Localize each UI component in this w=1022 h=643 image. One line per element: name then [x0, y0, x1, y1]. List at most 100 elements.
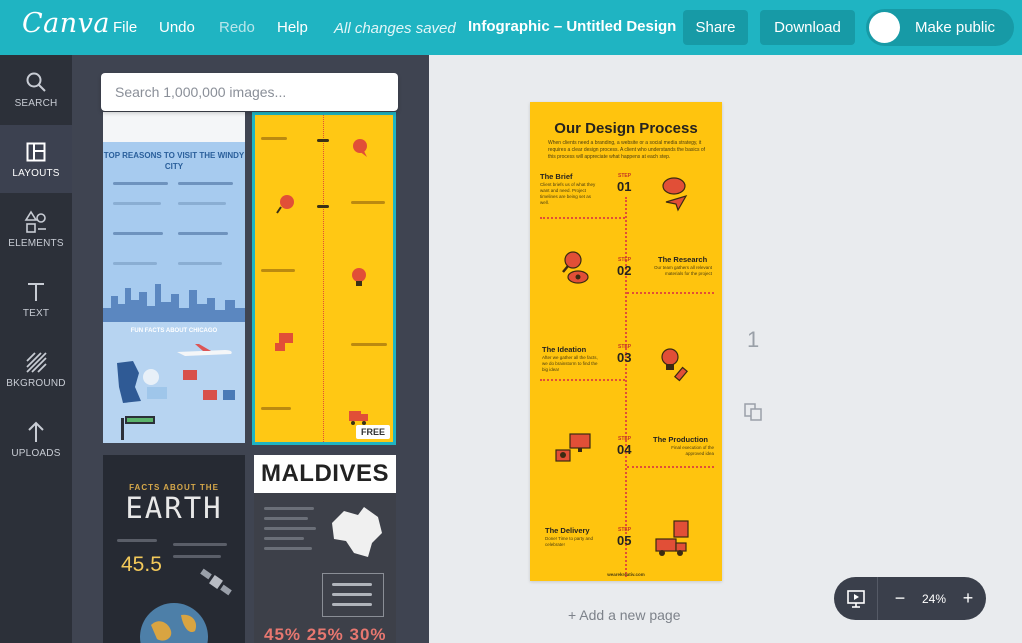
- blur-text: [178, 232, 228, 235]
- sidebar-item-uploads[interactable]: UPLOADS: [0, 405, 72, 473]
- blur-text: [317, 205, 329, 208]
- earth-globe-image: [140, 603, 208, 643]
- template-thumbnail-design-process[interactable]: FREE: [252, 112, 396, 445]
- blur-text: [264, 547, 312, 550]
- text-icon: [26, 280, 46, 304]
- step-title[interactable]: The Brief: [540, 172, 573, 181]
- step-description[interactable]: After we gather all the facts, we do bra…: [542, 355, 602, 373]
- template-heading: MALDIVES: [254, 455, 396, 493]
- sidebar-item-label: UPLOADS: [11, 447, 61, 459]
- present-icon[interactable]: [834, 577, 878, 620]
- undo-button[interactable]: Undo: [159, 19, 195, 36]
- step-number: 01: [617, 179, 632, 194]
- blur-text: [332, 593, 372, 596]
- make-public-toggle[interactable]: Make public: [866, 9, 1014, 46]
- lightbulb-icon: [352, 268, 366, 286]
- step-title[interactable]: The Ideation: [542, 345, 586, 354]
- template-header-strip: [103, 112, 245, 142]
- sidebar-item-label: BKGROUND: [6, 377, 66, 389]
- sidebar-item-layouts[interactable]: LAYOUTS: [0, 125, 72, 193]
- step-title[interactable]: The Research: [658, 255, 707, 264]
- design-page[interactable]: Our Design Process When clients need a b…: [530, 102, 722, 581]
- page-footer[interactable]: wearekreativ.com: [530, 572, 722, 577]
- add-page-button[interactable]: + Add a new page: [568, 607, 681, 623]
- upload-icon: [26, 420, 46, 444]
- step-number: 05: [617, 533, 632, 548]
- sidebar-item-elements[interactable]: ELEMENTS: [0, 195, 72, 263]
- template-subheading: FUN FACTS ABOUT CHICAGO: [130, 328, 218, 334]
- background-icon: [25, 350, 47, 374]
- image-search-input[interactable]: [101, 73, 398, 111]
- zoom-level: 24%: [921, 591, 947, 606]
- sidebar-item-label: SEARCH: [14, 97, 58, 109]
- make-public-label: Make public: [915, 19, 996, 36]
- blur-text: [113, 232, 163, 235]
- blur-text: [113, 202, 161, 205]
- step-number: 04: [617, 442, 632, 457]
- timeline-line: [625, 197, 627, 577]
- blur-text: [332, 583, 372, 586]
- search-icon: [25, 70, 47, 94]
- canva-logo[interactable]: Canva: [22, 8, 110, 39]
- step-divider: [627, 292, 714, 294]
- step-description[interactable]: Our team gathers all relevant materials …: [652, 265, 712, 277]
- zoom-in-button[interactable]: +: [954, 588, 982, 609]
- top-bar: Canva File Undo Redo Help All changes sa…: [0, 0, 1022, 55]
- page-number: 1: [747, 327, 760, 352]
- document-title[interactable]: Infographic – Untitled Design: [468, 18, 676, 35]
- template-thumbnail-maldives[interactable]: MALDIVES 45% 25% 30%: [254, 455, 396, 643]
- template-timeline: [323, 115, 324, 442]
- icon-tile: [223, 390, 235, 400]
- step-title[interactable]: The Production: [653, 435, 708, 444]
- speech-bubble-icon: [353, 139, 367, 157]
- sidebar-item-text[interactable]: TEXT: [0, 265, 72, 333]
- blur-text: [351, 343, 387, 346]
- zoom-out-button[interactable]: −: [886, 588, 914, 609]
- blur-text: [264, 517, 308, 520]
- step-divider: [627, 466, 714, 468]
- duplicate-page-icon[interactable]: [743, 402, 763, 427]
- step-description[interactable]: Final execution of the approved idea: [654, 445, 714, 457]
- blur-text: [264, 507, 314, 510]
- map-silhouette-image: [332, 507, 382, 557]
- page-intro[interactable]: When clients need a branding, a website …: [548, 140, 708, 161]
- blur-text: [261, 269, 295, 272]
- page-title[interactable]: Our Design Process: [530, 120, 722, 137]
- blur-text: [261, 407, 291, 410]
- step-description[interactable]: Client briefs us of what they want and n…: [540, 182, 600, 206]
- template-stat: 45% 25% 30%: [264, 625, 387, 643]
- help-menu[interactable]: Help: [277, 19, 308, 36]
- sidebar-item-label: ELEMENTS: [8, 237, 64, 249]
- blur-text: [113, 182, 168, 185]
- file-menu[interactable]: File: [113, 19, 137, 36]
- step-description[interactable]: Done! Time to party and celebrate!: [545, 536, 605, 548]
- template-thumbnail-chicago[interactable]: TOP REASONS TO VISIT THE WINDY CITY FUN …: [103, 112, 245, 443]
- layouts-panel: TOP REASONS TO VISIT THE WINDY CITY FUN …: [72, 55, 429, 643]
- computer-icon: [275, 333, 293, 351]
- sidebar-item-search[interactable]: SEARCH: [0, 55, 72, 123]
- download-button[interactable]: Download: [760, 10, 855, 45]
- blur-text: [173, 543, 227, 546]
- toggle-knob: [869, 12, 900, 43]
- blur-text: [178, 182, 233, 185]
- step-number: 02: [617, 263, 632, 278]
- blur-text: [178, 262, 222, 265]
- step-divider: [540, 217, 625, 219]
- icon-tile: [203, 390, 217, 400]
- blur-text: [351, 201, 385, 204]
- share-button[interactable]: Share: [683, 10, 748, 45]
- blur-text: [261, 137, 287, 140]
- icon-tile: [183, 370, 197, 380]
- step-title[interactable]: The Delivery: [545, 526, 590, 535]
- truck-icon: [349, 411, 368, 425]
- lightbulb-pencil-icon: [661, 348, 689, 382]
- free-badge: FREE: [355, 425, 390, 439]
- template-thumbnail-earth[interactable]: FACTS ABOUT THE EARTH 45.5: [103, 455, 245, 643]
- blur-text: [264, 527, 316, 530]
- canvas-area: Our Design Process When clients need a b…: [429, 55, 1022, 643]
- computer-camera-icon: [555, 433, 591, 462]
- sidebar-item-background[interactable]: BKGROUND: [0, 335, 72, 403]
- redo-button[interactable]: Redo: [219, 19, 255, 36]
- speech-bubble-icon: [662, 177, 688, 212]
- magnifier-icon: [276, 195, 294, 214]
